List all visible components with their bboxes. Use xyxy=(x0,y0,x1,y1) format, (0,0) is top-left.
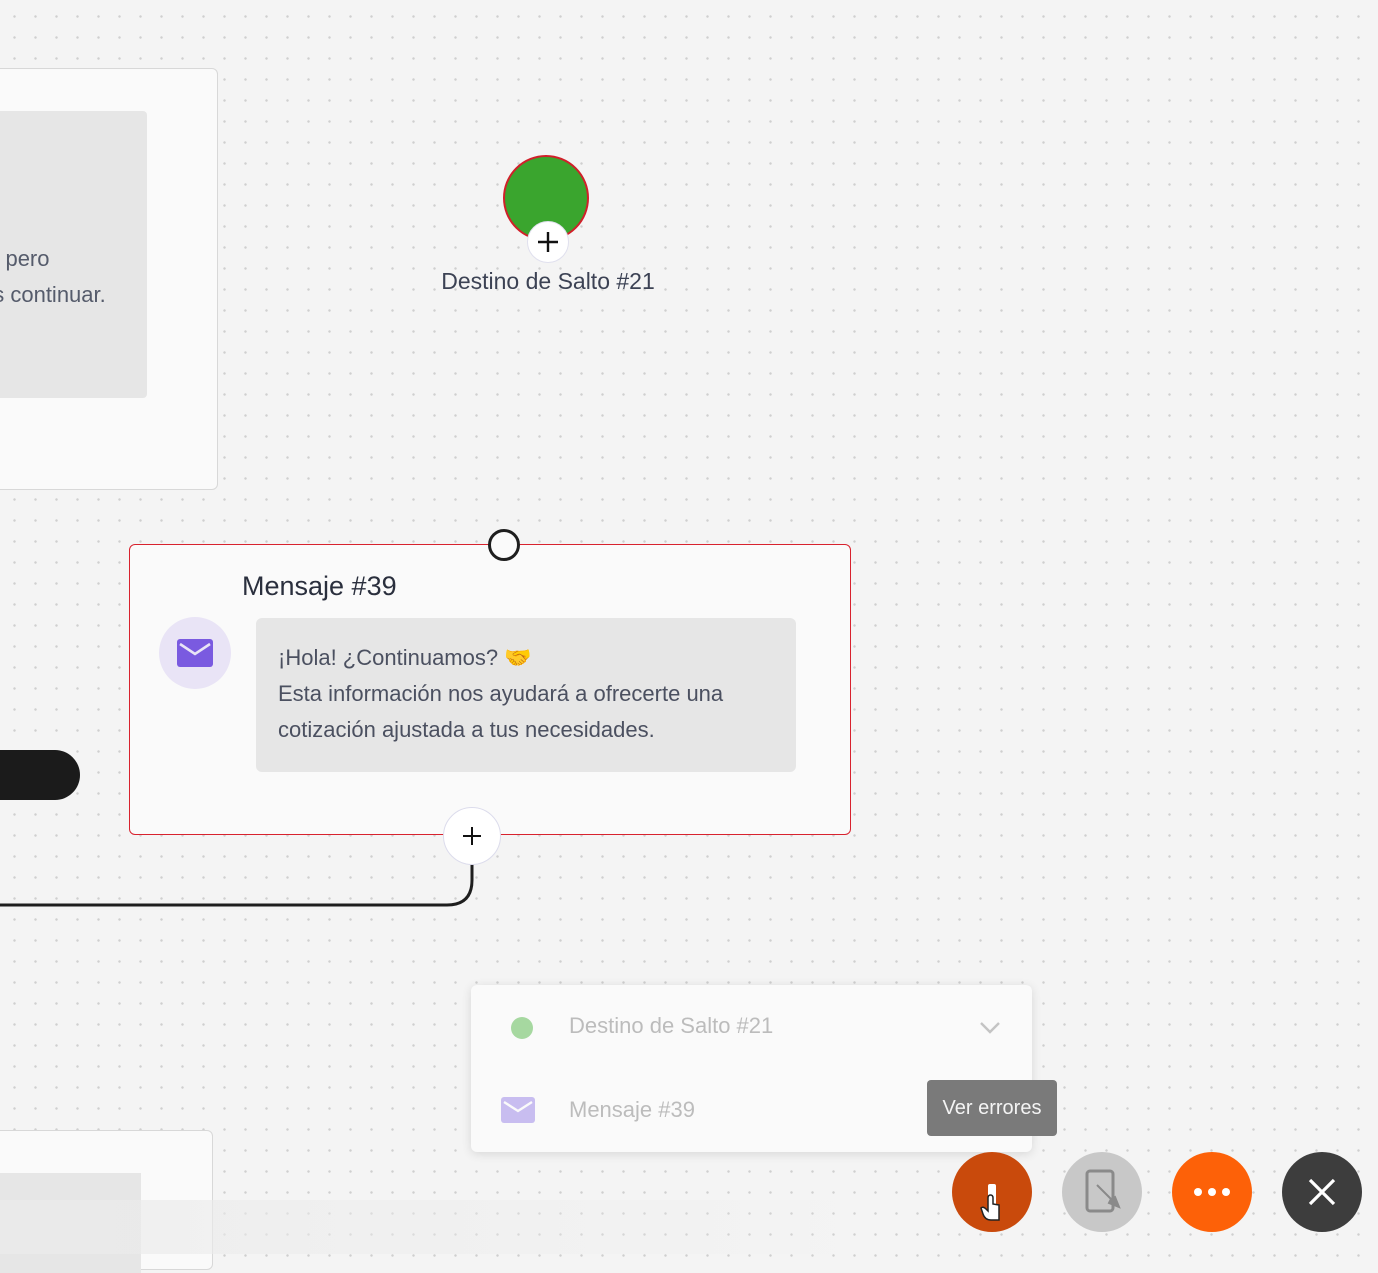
message-add-button[interactable] xyxy=(443,807,501,865)
more-options-button[interactable] xyxy=(1172,1152,1252,1232)
previous-message-card[interactable]: a. a, pero es continuar. xyxy=(0,68,218,490)
error-item-jump-destination[interactable]: Destino de Salto #21 xyxy=(471,985,1032,1069)
message-line: cotización ajustada a tus necesidades. xyxy=(278,717,655,742)
message-node-bubble: ¡Hola! ¿Continuamos? 🤝 Esta información … xyxy=(256,618,796,772)
message-node-title: Mensaje #39 xyxy=(242,571,397,601)
jump-add-button[interactable] xyxy=(527,221,569,263)
previous-message-line: es continuar. xyxy=(0,282,106,307)
option-button[interactable] xyxy=(0,750,80,800)
message-node-input-handle[interactable] xyxy=(488,529,520,561)
phone-preview-icon xyxy=(1085,1169,1121,1213)
plus-icon xyxy=(538,232,558,252)
plus-icon xyxy=(463,827,481,845)
errors-button[interactable] xyxy=(952,1152,1032,1232)
message-line: ¡Hola! ¿Continuamos? 🤝 xyxy=(278,645,532,670)
previous-message-bubble: a. a, pero es continuar. xyxy=(0,111,147,398)
message-node-icon-badge xyxy=(159,617,231,689)
errors-tooltip: Ver errores xyxy=(927,1080,1057,1136)
error-item-label: Mensaje #39 xyxy=(569,1097,695,1122)
error-item-label: Destino de Salto #21 xyxy=(569,1013,774,1038)
bottom-fade-overlay xyxy=(0,1200,900,1254)
preview-button[interactable] xyxy=(1062,1152,1142,1232)
chevron-down-icon[interactable] xyxy=(979,1021,1001,1035)
message-line: Esta información nos ayudará a ofrecerte… xyxy=(278,681,724,706)
close-icon xyxy=(1308,1178,1336,1206)
jump-destination-label: Destino de Salto #21 xyxy=(441,268,655,294)
close-button[interactable] xyxy=(1282,1152,1362,1232)
envelope-icon xyxy=(501,1097,535,1123)
envelope-icon xyxy=(177,639,213,667)
exclamation-icon xyxy=(980,1184,1000,1221)
more-dots-icon xyxy=(1194,1188,1230,1196)
green-dot-icon xyxy=(511,1017,533,1039)
previous-message-line: a, pero xyxy=(0,246,50,271)
